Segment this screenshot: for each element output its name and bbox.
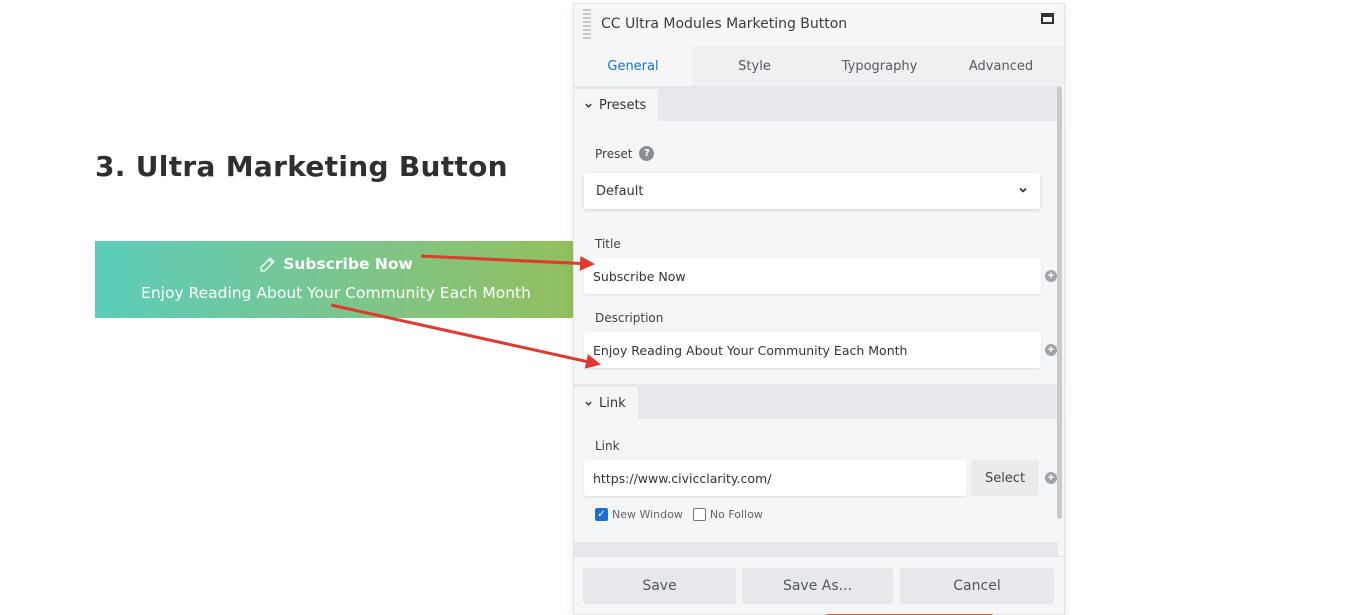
checkbox-unchecked-icon[interactable] <box>692 508 706 521</box>
chevron-down-icon <box>585 103 592 108</box>
minimize-icon[interactable] <box>1041 13 1054 24</box>
partial-section-bar <box>574 542 1058 556</box>
link-section-label: Link <box>599 395 626 411</box>
checkbox-checked-icon[interactable]: ✓ <box>595 508 608 521</box>
no-follow-checkbox[interactable]: No Follow <box>692 508 763 521</box>
link-options: ✓ New Window No Follow <box>595 508 763 521</box>
tab-typography[interactable]: Typography <box>817 46 942 86</box>
preset-select[interactable]: Default <box>584 173 1040 209</box>
cancel-button[interactable]: Cancel <box>900 568 1054 604</box>
settings-panel: CC Ultra Modules Marketing Button Genera… <box>573 3 1065 615</box>
title-input[interactable]: Subscribe Now <box>584 258 1041 294</box>
description-input[interactable]: Enjoy Reading About Your Community Each … <box>584 332 1041 368</box>
panel-title: CC Ultra Modules Marketing Button <box>601 16 848 32</box>
add-connection-icon[interactable]: + <box>1045 472 1057 484</box>
preset-label-text: Preset <box>595 146 633 161</box>
save-button[interactable]: Save <box>583 568 736 604</box>
chevron-down-icon <box>1019 187 1027 193</box>
panel-scrollbar[interactable] <box>1057 86 1062 519</box>
marketing-button[interactable]: Subscribe Now Enjoy Reading About Your C… <box>95 241 577 318</box>
new-window-label: New Window <box>612 508 683 521</box>
link-select-button[interactable]: Select <box>971 460 1039 496</box>
presets-section-toggle[interactable]: Presets <box>574 89 659 121</box>
new-window-checkbox[interactable]: ✓ New Window <box>595 508 683 521</box>
description-field-label: Description <box>595 311 664 325</box>
panel-tabs: General Style Typography Advanced <box>574 46 1064 86</box>
title-field-label: Title <box>595 237 621 251</box>
marketing-button-description: Enjoy Reading About Your Community Each … <box>141 284 531 302</box>
presets-section-bar: Presets <box>574 86 1058 121</box>
link-field-label: Link <box>595 439 620 453</box>
pencil-icon <box>260 256 275 272</box>
preset-select-value: Default <box>596 183 644 199</box>
tab-general[interactable]: General <box>574 46 692 86</box>
panel-footer: Save Save As... Cancel <box>574 556 1064 615</box>
drag-handle-icon[interactable] <box>583 9 591 41</box>
add-connection-icon[interactable]: + <box>1045 270 1057 282</box>
tab-advanced[interactable]: Advanced <box>942 46 1060 86</box>
marketing-button-title: Subscribe Now <box>283 255 413 273</box>
link-input[interactable]: https://www.civicclarity.com/ <box>584 460 967 496</box>
tab-style[interactable]: Style <box>692 46 817 86</box>
save-as-button[interactable]: Save As... <box>742 568 893 604</box>
chevron-down-icon <box>585 401 592 406</box>
no-follow-label: No Follow <box>709 508 763 521</box>
presets-section-label: Presets <box>599 97 647 113</box>
link-section-toggle[interactable]: Link <box>574 387 638 419</box>
marketing-button-title-row: Subscribe Now <box>95 255 577 273</box>
page-heading: 3. Ultra Marketing Button <box>95 150 508 183</box>
help-icon[interactable]: ? <box>639 146 655 161</box>
add-connection-icon[interactable]: + <box>1045 344 1057 356</box>
link-section-bar: Link <box>574 384 1058 419</box>
preset-label: Preset ? <box>595 146 655 161</box>
panel-header[interactable]: CC Ultra Modules Marketing Button <box>574 4 1064 46</box>
